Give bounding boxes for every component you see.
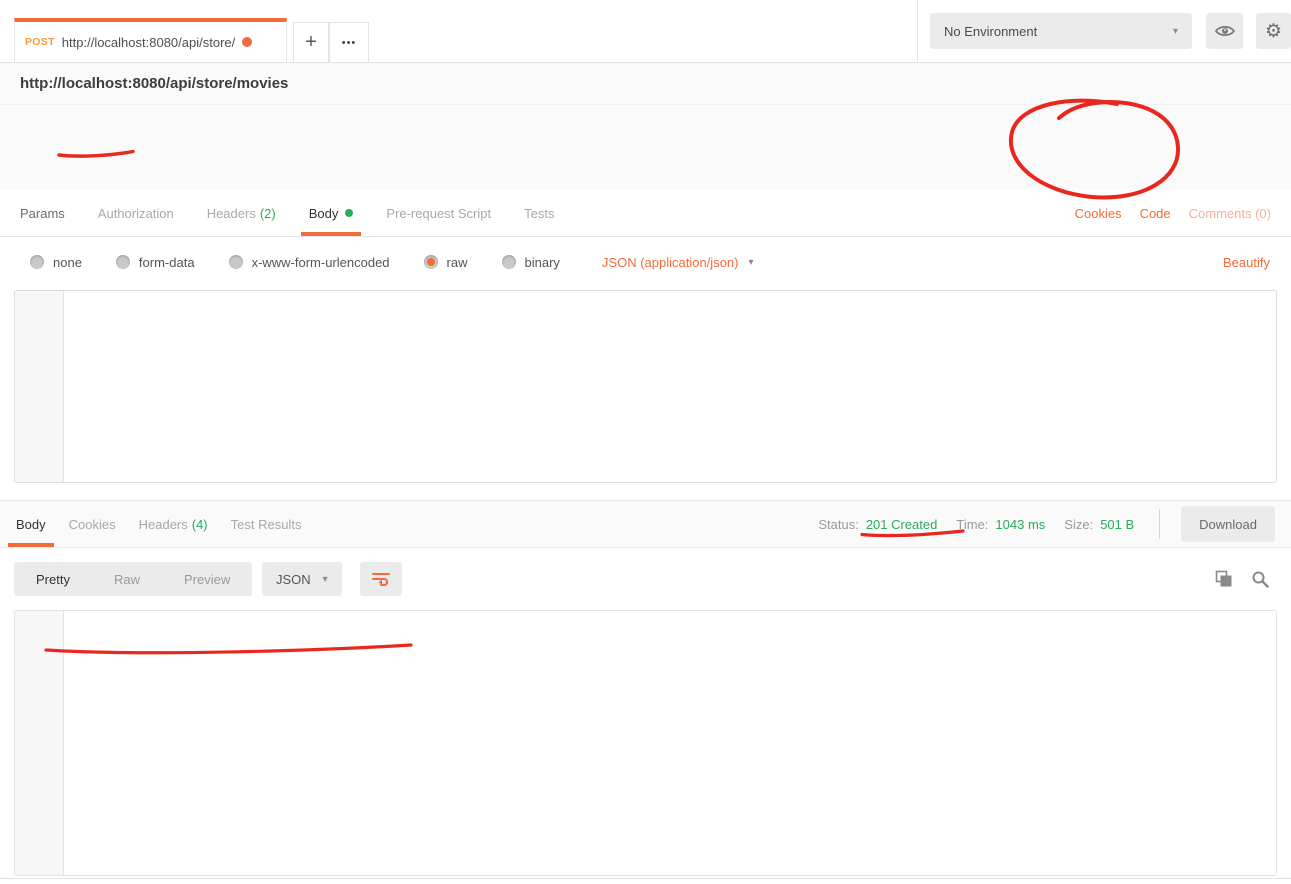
radio-selected-icon (424, 255, 438, 269)
request-links: Cookies Code Comments (0) (1075, 190, 1271, 236)
response-tab-body[interactable]: Body (16, 501, 46, 547)
line-number-gutter (15, 611, 64, 875)
environment-selected-label: No Environment (944, 24, 1037, 39)
status-value: 201 Created (866, 517, 938, 532)
tab-headers[interactable]: Headers(2) (207, 190, 276, 236)
search-icon (1251, 570, 1269, 588)
settings-button[interactable]: ⚙ (1256, 13, 1291, 49)
tab-body[interactable]: Body (309, 190, 354, 236)
body-type-raw[interactable]: raw (424, 255, 468, 270)
request-title: http://localhost:8080/api/store/movies (20, 75, 288, 92)
download-button[interactable]: Download (1181, 506, 1275, 542)
status-label: Status: (818, 517, 858, 532)
copy-response-button[interactable] (1215, 570, 1233, 588)
radio-icon (30, 255, 44, 269)
size-value: 501 B (1100, 517, 1134, 532)
time-label: Time: (956, 517, 988, 532)
copy-icon (1215, 570, 1233, 588)
body-type-form-data[interactable]: form-data (116, 255, 195, 270)
headers-count-badge: (2) (260, 206, 276, 221)
tab-params[interactable]: Params (20, 190, 65, 236)
request-tab[interactable]: POST http://localhost:8080/api/store/ (14, 18, 287, 62)
wrap-text-button[interactable] (360, 562, 402, 596)
unsaved-changes-dot-icon (242, 37, 252, 47)
tab-tests[interactable]: Tests (524, 190, 554, 236)
response-toolbar: Pretty Raw Preview JSON ▾ (0, 548, 1291, 610)
postman-app: POST http://localhost:8080/api/store/ + … (0, 0, 1291, 884)
radio-icon (229, 255, 243, 269)
tab-url-label: http://localhost:8080/api/store/ (62, 35, 235, 50)
tab-method-badge: POST (25, 36, 55, 48)
response-tab-test-results[interactable]: Test Results (231, 501, 302, 547)
response-tab-cookies[interactable]: Cookies (69, 501, 116, 547)
line-number-gutter (15, 291, 64, 482)
radio-icon (116, 255, 130, 269)
new-tab-button[interactable]: + (293, 22, 329, 62)
tab-authorization[interactable]: Authorization (98, 190, 174, 236)
chevron-down-icon: ▾ (1173, 26, 1178, 37)
response-tab-headers[interactable]: Headers(4) (139, 501, 208, 547)
view-preview[interactable]: Preview (162, 572, 252, 587)
tab-options-button[interactable]: ••• (329, 22, 369, 62)
beautify-link[interactable]: Beautify (1223, 237, 1270, 287)
body-set-dot-icon (345, 209, 353, 217)
response-format-selector[interactable]: JSON ▾ (262, 562, 342, 596)
content-type-selector[interactable]: JSON (application/json) ▾ (602, 255, 754, 270)
bottom-border (0, 878, 1291, 879)
request-tabs: Params Authorization Headers(2) Body Pre… (0, 190, 1291, 237)
header-bar: POST http://localhost:8080/api/store/ + … (0, 0, 1291, 63)
body-type-row: none form-data x-www-form-urlencoded raw… (0, 237, 1291, 287)
response-actions (1215, 562, 1269, 596)
chevron-down-icon: ▾ (323, 574, 328, 585)
environment-quick-look-button[interactable] (1206, 13, 1243, 49)
body-type-none[interactable]: none (30, 255, 82, 270)
response-headers-count-badge: (4) (192, 517, 208, 532)
request-title-row: http://localhost:8080/api/store/movies (0, 63, 1291, 105)
time-value: 1043 ms (995, 517, 1045, 532)
wrap-text-icon (371, 571, 391, 587)
body-type-x-www-form-urlencoded[interactable]: x-www-form-urlencoded (229, 255, 390, 270)
request-body-editor[interactable] (14, 290, 1277, 483)
divider (1159, 509, 1160, 539)
code-link[interactable]: Code (1140, 206, 1171, 221)
header-divider (917, 0, 918, 62)
tab-pre-request-script[interactable]: Pre-request Script (386, 190, 491, 236)
eye-icon (1214, 23, 1236, 39)
response-view-switch: Pretty Raw Preview (14, 562, 252, 596)
cookies-link[interactable]: Cookies (1075, 206, 1122, 221)
comments-link[interactable]: Comments (0) (1189, 206, 1271, 221)
request-builder: POST ▾ Send ▾ Save ▾ (0, 105, 1291, 190)
view-pretty[interactable]: Pretty (14, 572, 92, 587)
view-raw[interactable]: Raw (92, 572, 162, 587)
search-response-button[interactable] (1251, 570, 1269, 588)
body-type-binary[interactable]: binary (502, 255, 560, 270)
chevron-down-icon: ▾ (748, 257, 753, 268)
size-label: Size: (1064, 517, 1093, 532)
radio-icon (502, 255, 516, 269)
response-header: Body Cookies Headers(4) Test Results Sta… (0, 500, 1291, 548)
response-status-group: Status: 201 Created Time: 1043 ms Size: … (818, 501, 1275, 547)
response-body-editor[interactable] (14, 610, 1277, 876)
gear-icon: ⚙ (1265, 20, 1282, 43)
environment-selector[interactable]: No Environment ▾ (930, 13, 1192, 49)
